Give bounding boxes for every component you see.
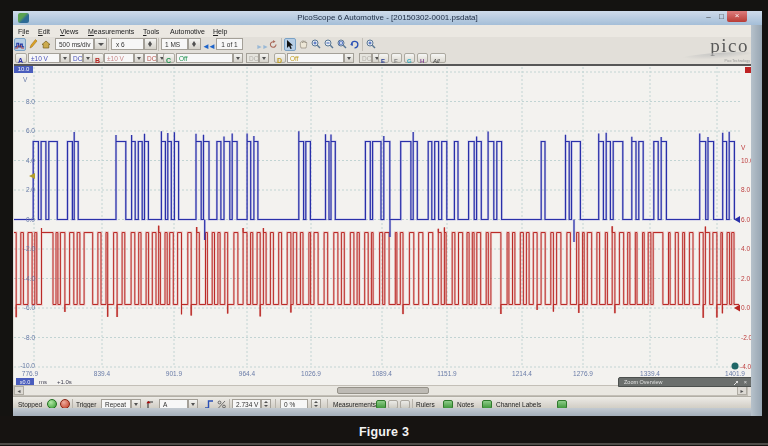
svg-text:-4.0: -4.0 xyxy=(740,363,751,370)
